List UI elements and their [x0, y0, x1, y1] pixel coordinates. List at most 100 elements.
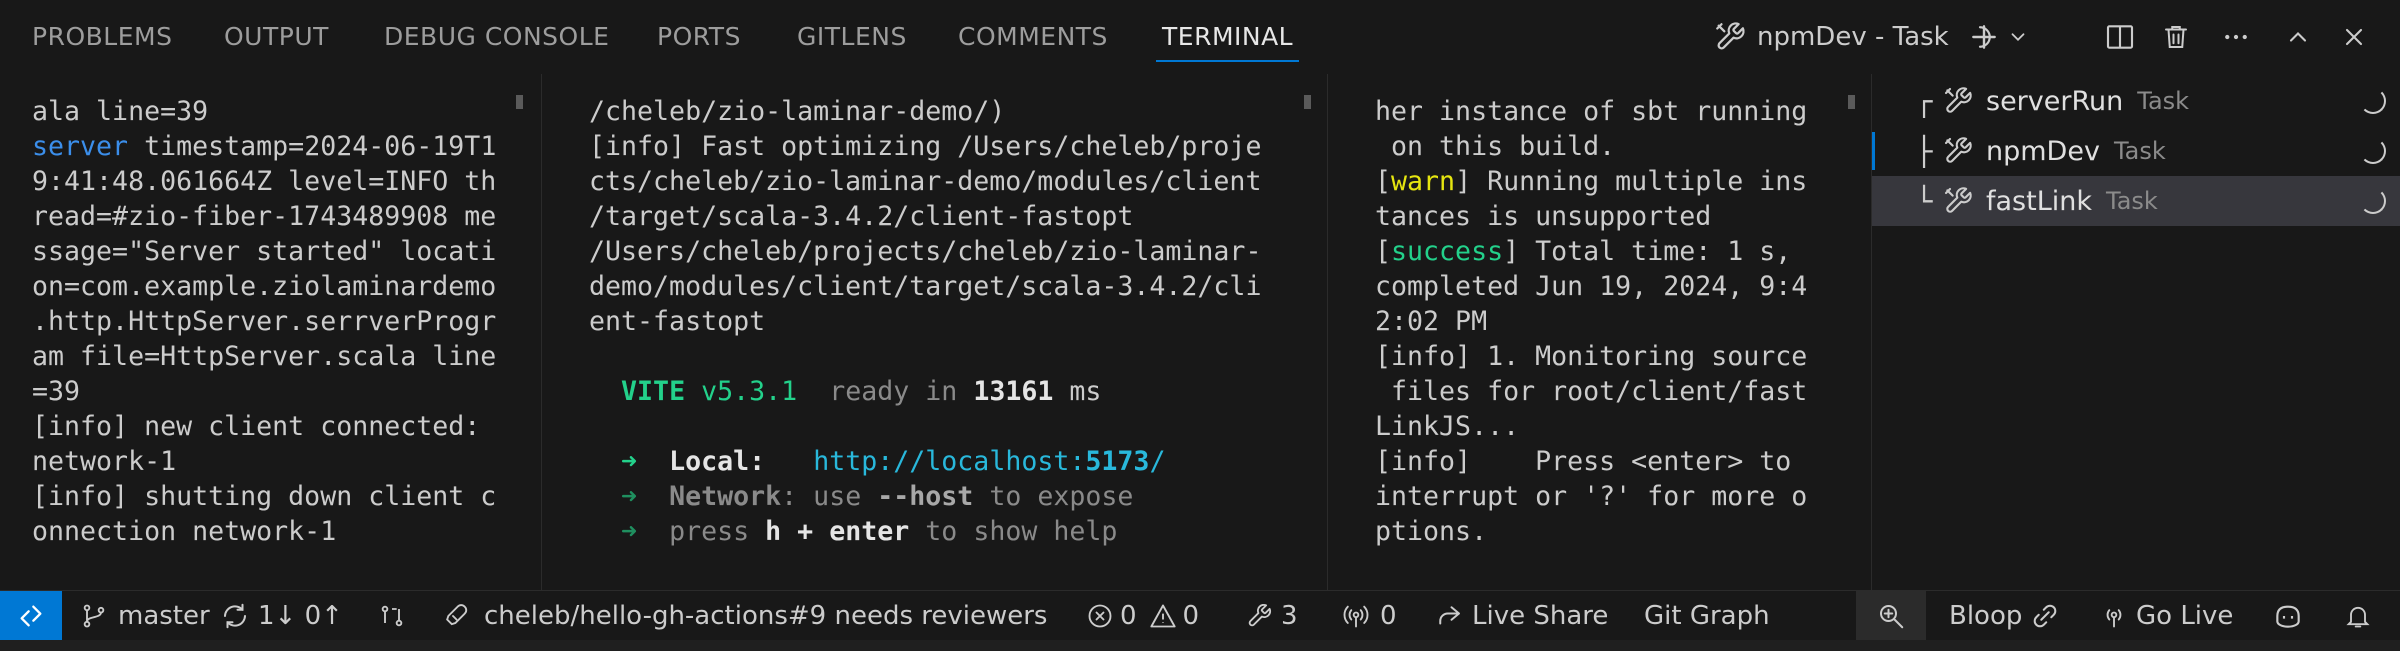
terminal-line: .http.HttpServer.serrverProgr	[32, 306, 497, 337]
terminal-line: /target/scala-3.4.2/client-fastopt	[589, 201, 1134, 232]
loading-spinner-icon	[2360, 138, 2386, 164]
tools-icon	[1944, 137, 1972, 163]
scrollbar-thumb[interactable]	[1304, 95, 1311, 109]
go-live-label: Go Live	[2136, 601, 2234, 631]
branch-name: master	[118, 601, 210, 631]
task-item-fastlink[interactable]: └ fastLink Task	[1872, 176, 2400, 226]
tree-connector: ┌	[1915, 84, 1933, 118]
branch-status[interactable]: master	[80, 591, 210, 641]
vite-name: VITE	[621, 376, 686, 407]
pane-divider[interactable]	[1327, 74, 1328, 590]
task-name: serverRun	[1986, 85, 2124, 117]
notifications-button[interactable]	[2344, 591, 2372, 641]
terminal-line: ala line=39	[32, 96, 209, 127]
link-icon	[2034, 604, 2057, 628]
split-icon	[2106, 25, 2134, 49]
terminal-line: tances is unsupported	[1375, 201, 1712, 232]
tree-connector: └	[1915, 184, 1933, 218]
live-share-label: Live Share	[1472, 601, 1609, 631]
terminal-line: ent-fastopt	[589, 306, 766, 337]
close-icon	[2345, 28, 2363, 46]
tab-problems[interactable]: PROBLEMS	[32, 0, 172, 74]
sync-status[interactable]: 1↓ 0↑	[220, 591, 343, 641]
status-bar: master 1↓ 0↑ cheleb/hello-gh-actions#9 n…	[0, 590, 2400, 641]
task-name: fastLink	[1986, 185, 2092, 217]
git-compare-icon	[381, 605, 403, 627]
more-actions-button[interactable]	[2218, 19, 2254, 55]
chevron-down-icon	[2011, 33, 2025, 42]
terminal-line: [info] Fast optimizing /Users/cheleb/pro…	[589, 131, 1262, 162]
git-graph-label: Git Graph	[1644, 601, 1770, 631]
tools-icon	[1944, 187, 1972, 213]
broadcast-icon	[1343, 605, 1369, 628]
chevron-up-icon	[2289, 32, 2307, 42]
running-tasks-status[interactable]: 3	[1245, 591, 1298, 641]
tab-debug-console[interactable]: DEBUG CONSOLE	[384, 0, 609, 74]
tab-gitlens[interactable]: GITLENS	[797, 0, 907, 74]
terminal-line: read=#zio-fiber-1743489908 me	[32, 201, 497, 232]
go-live-button[interactable]: Go Live	[2100, 591, 2233, 641]
new-terminal-button[interactable]	[1966, 19, 2002, 55]
sync-icon	[224, 603, 246, 629]
split-terminal-button[interactable]	[2102, 19, 2138, 55]
task-kind: Task	[2113, 137, 2166, 165]
terminal-line: [info] Press <enter> to	[1375, 446, 1808, 477]
git-graph-button[interactable]: Git Graph	[1644, 591, 1770, 641]
task-kind: Task	[2106, 187, 2158, 215]
success-tag: success	[1391, 236, 1504, 267]
tab-ports[interactable]: PORTS	[657, 0, 741, 74]
search-status-button[interactable]	[1856, 591, 1926, 641]
pull-request-status[interactable]: cheleb/hello-gh-actions#9 needs reviewer…	[446, 591, 1047, 641]
scrollbar-thumb[interactable]	[1848, 95, 1855, 109]
error-count: 0	[1120, 601, 1137, 631]
sync-counts: 1↓ 0↑	[258, 601, 343, 631]
terminal-pane-server[interactable]: ala line=39 server timestamp=2024-06-19T…	[32, 74, 532, 590]
kill-terminal-button[interactable]	[2158, 19, 2194, 55]
tab-output[interactable]: OUTPUT	[224, 0, 329, 74]
terminal-selector[interactable]: npmDev - Task	[1713, 0, 1993, 74]
terminal-line: on=com.example.ziolaminardemo	[32, 271, 497, 302]
live-share-button[interactable]: Live Share	[1434, 591, 1608, 641]
tab-comments[interactable]: COMMENTS	[958, 0, 1108, 74]
terminal-pane-vite[interactable]: /cheleb/zio-laminar-demo/) [info] Fast o…	[589, 74, 1299, 590]
scrollbar-thumb[interactable]	[516, 95, 523, 109]
maximize-panel-button[interactable]	[2280, 19, 2316, 55]
git-branch-icon	[83, 604, 105, 628]
terminal-line: network-1	[32, 446, 177, 477]
terminal-pane-fastlink[interactable]: her instance of sbt running on this buil…	[1375, 74, 1845, 590]
remote-indicator-button[interactable]	[0, 591, 62, 641]
panel-tabbar: PROBLEMS OUTPUT DEBUG CONSOLE PORTS GITL…	[0, 0, 2400, 74]
terminal-line: 9:41:48.061664Z level=INFO th	[32, 166, 497, 197]
copilot-button[interactable]	[2272, 591, 2304, 641]
close-panel-button[interactable]	[2336, 19, 2372, 55]
tab-terminal[interactable]: TERMINAL	[1155, 0, 1300, 74]
remote-icon	[20, 605, 42, 627]
ports-status[interactable]: 0	[1342, 591, 1397, 641]
rocket-icon	[446, 604, 468, 626]
error-icon	[1088, 604, 1112, 628]
tools-icon	[1944, 87, 1972, 113]
launch-profile-button[interactable]	[2000, 19, 2036, 55]
terminal-line: [info] 1. Monitoring source	[1375, 341, 1808, 372]
warning-icon	[1149, 604, 1176, 628]
arrow-icon: ➜	[621, 446, 638, 477]
terminal-line: ptions.	[1375, 516, 1488, 547]
warn-tag: warn	[1391, 166, 1456, 197]
problems-status[interactable]: 0 0	[1086, 591, 1199, 641]
task-item-serverrun[interactable]: ┌ serverRun Task	[1872, 76, 2400, 126]
pane-divider[interactable]	[541, 74, 542, 590]
terminal-tabs-list: ┌ serverRun Task ├ npmDev Task └ fastLin…	[1872, 74, 2400, 590]
terminal-title: npmDev - Task	[1757, 22, 1949, 52]
local-url-link[interactable]: http://localhost:5173/	[813, 446, 1165, 477]
ellipsis-icon	[2225, 34, 2247, 40]
vite-ready-line: VITE v5.3.1 ready in 13161 ms	[621, 376, 1102, 407]
task-name: npmDev	[1986, 135, 2100, 167]
vite-local-line: ➜ Local: http://localhost:5173/	[621, 446, 1166, 477]
bloop-status[interactable]: Bloop	[1949, 591, 2060, 641]
terminal-line: /cheleb/zio-laminar-demo/)	[589, 96, 1006, 127]
task-item-npmdev[interactable]: ├ npmDev Task	[1872, 126, 2400, 176]
terminal-line: ssage="Server started" locati	[32, 236, 497, 267]
source-control-graph-button[interactable]	[378, 591, 406, 641]
terminal-line: =39	[32, 376, 81, 407]
warning-count: 0	[1182, 601, 1200, 631]
